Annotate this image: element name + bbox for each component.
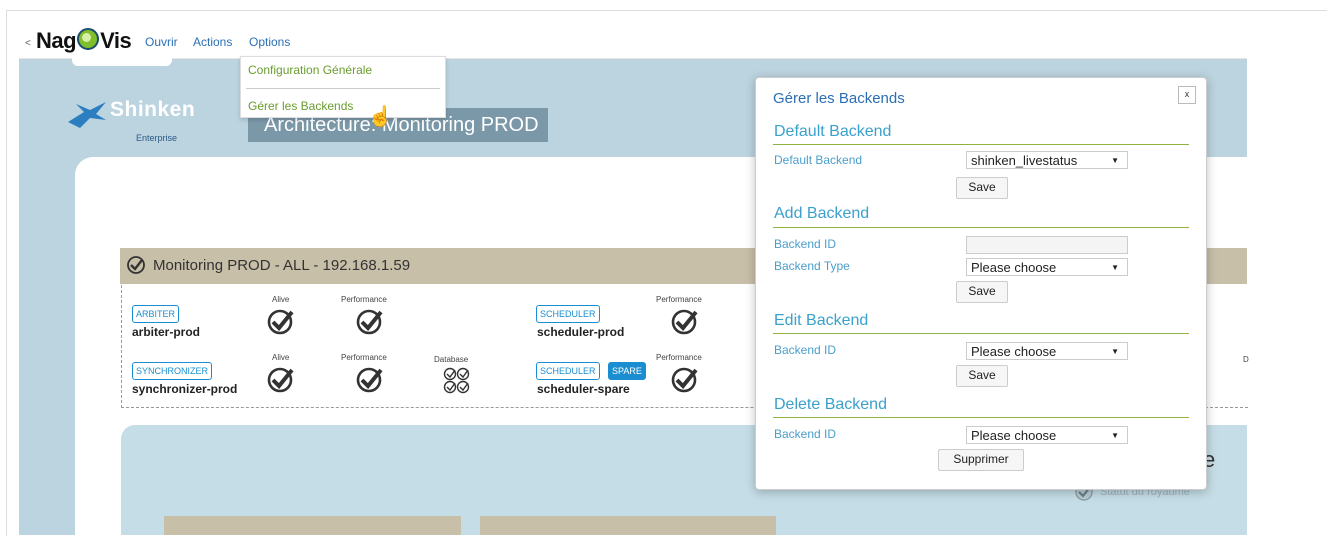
section-divider <box>773 144 1189 145</box>
check-circle-icon[interactable] <box>670 307 700 337</box>
delete-backend-id-select[interactable]: Please choose ▼ <box>966 426 1128 444</box>
shinken-enterprise: Enterprise <box>136 133 178 143</box>
arbiter-name[interactable]: arbiter-prod <box>132 325 200 339</box>
add-backend-id-input[interactable] <box>966 236 1128 254</box>
menu-separator <box>246 88 440 89</box>
section-divider <box>773 417 1189 418</box>
chevron-down-icon: ▼ <box>1111 263 1119 272</box>
menu-options[interactable]: Options <box>249 35 290 49</box>
save-default-button[interactable]: Save <box>956 177 1008 199</box>
hand-cursor-icon: ☝ <box>368 106 393 128</box>
delete-backend-button[interactable]: Supprimer <box>938 449 1024 471</box>
section-add-backend: Add Backend <box>774 205 870 222</box>
menu-item-configuration-generale[interactable]: Configuration Générale <box>248 63 372 77</box>
check-circle-icon[interactable] <box>670 365 700 395</box>
section-edit-backend: Edit Backend <box>774 312 869 329</box>
edit-backend-id-label: Backend ID <box>774 343 837 357</box>
chevron-down-icon: ▼ <box>1111 156 1119 165</box>
default-backend-select[interactable]: shinken_livestatus ▼ <box>966 151 1128 169</box>
default-backend-value: shinken_livestatus <box>971 153 1078 168</box>
arbiter-badge: ARBITER <box>132 305 180 323</box>
sub-realm-header <box>164 516 461 535</box>
realm-title: Monitoring PROD - ALL - 192.168.1.59 <box>153 257 411 274</box>
section-divider <box>773 333 1189 334</box>
scheduler-spare-badge: SCHEDULER <box>536 362 600 380</box>
section-divider <box>773 227 1189 228</box>
backend-id-label: Backend ID <box>774 237 837 251</box>
database-checks-icon[interactable] <box>442 366 472 396</box>
backend-type-label: Backend Type <box>774 259 850 273</box>
manage-backends-dialog: Gérer les Backends x Default Backend Def… <box>755 77 1207 490</box>
synchronizer-name[interactable]: synchronizer-prod <box>132 382 237 396</box>
scheduler-spare-name[interactable]: scheduler-spare <box>537 382 630 396</box>
chevron-down-icon: ▼ <box>1111 347 1119 356</box>
logo-text-vis: Vis <box>100 28 132 53</box>
database-label: Database <box>434 355 469 364</box>
menu-actions[interactable]: Actions <box>193 35 232 49</box>
delete-backend-id-label: Backend ID <box>774 427 837 441</box>
backend-type-select[interactable]: Please choose ▼ <box>966 258 1128 276</box>
menu-ouvrir[interactable]: Ouvrir <box>145 35 178 49</box>
logo-tab <box>72 58 172 66</box>
spare-badge: SPARE <box>608 362 646 380</box>
nagvis-eye-icon <box>77 28 100 50</box>
synchronizer-badge: SYNCHRONIZER <box>132 362 213 380</box>
delete-backend-id-value: Please choose <box>971 428 1057 443</box>
edit-backend-id-select[interactable]: Please choose ▼ <box>966 342 1128 360</box>
performance-label: Performance <box>341 295 387 304</box>
check-circle-icon[interactable] <box>355 365 385 395</box>
check-circle-icon[interactable] <box>355 307 385 337</box>
check-circle-icon[interactable] <box>266 365 296 395</box>
edit-backend-id-value: Please choose <box>971 344 1057 359</box>
scheduler-badge: SCHEDULER <box>536 305 600 323</box>
logo-text-nag: Nag <box>36 28 77 53</box>
save-edit-button[interactable]: Save <box>956 365 1008 387</box>
collapse-arrow-icon[interactable]: < <box>25 38 31 49</box>
realm-ok-icon <box>127 256 145 274</box>
default-backend-label: Default Backend <box>774 153 863 167</box>
nagvis-logo: Nag Vis <box>36 28 132 54</box>
save-add-button[interactable]: Save <box>956 281 1008 303</box>
chevron-down-icon: ▼ <box>1111 431 1119 440</box>
menu-item-gerer-backends[interactable]: Gérer les Backends <box>248 99 353 113</box>
shinken-bird-icon <box>68 102 106 128</box>
check-circle-icon[interactable] <box>266 307 296 337</box>
close-button[interactable]: x <box>1178 86 1196 104</box>
backend-type-value: Please choose <box>971 260 1057 275</box>
alive-label: Alive <box>272 295 290 304</box>
performance-label: Performance <box>341 353 387 362</box>
scheduler-name[interactable]: scheduler-prod <box>537 325 624 339</box>
sub-realm-header <box>480 516 776 535</box>
section-delete-backend: Delete Backend <box>774 396 887 413</box>
section-default-backend: Default Backend <box>774 123 892 140</box>
shinken-brand: Shinken <box>110 98 196 121</box>
edge-letter: D <box>1243 355 1249 364</box>
performance-label: Performance <box>656 295 702 304</box>
performance-label: Performance <box>656 353 702 362</box>
alive-label: Alive <box>272 353 290 362</box>
options-dropdown: Configuration Générale Gérer les Backend… <box>240 56 446 118</box>
dialog-title: Gérer les Backends <box>773 90 905 107</box>
